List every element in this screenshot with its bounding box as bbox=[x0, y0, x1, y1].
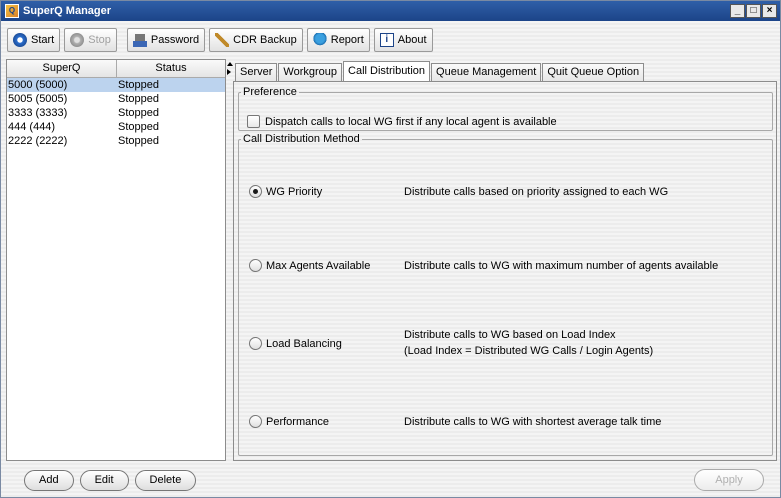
settings-tabs: Server Workgroup Call Distribution Queue… bbox=[235, 61, 645, 81]
distribution-method-legend: Call Distribution Method bbox=[243, 133, 360, 145]
info-icon: i bbox=[379, 33, 394, 47]
performance-description: Distribute calls to WG with shortest ave… bbox=[404, 414, 661, 430]
call-distribution-panel: Preference Dispatch calls to local WG fi… bbox=[233, 81, 777, 461]
panel-splitter[interactable] bbox=[227, 59, 233, 469]
status-cell: Stopped bbox=[118, 93, 159, 105]
edit-button[interactable]: Edit bbox=[79, 470, 129, 491]
window-controls: _ □ × bbox=[730, 4, 777, 18]
load-balancing-description: Distribute calls to WG based on Load Ind… bbox=[404, 327, 653, 359]
stop-button[interactable]: Stop bbox=[64, 28, 117, 52]
superq-cell: 5005 (5005) bbox=[8, 93, 68, 105]
report-icon bbox=[312, 33, 327, 47]
superq-cell: 2222 (2222) bbox=[8, 135, 68, 147]
max-agents-label: Max Agents Available bbox=[266, 259, 371, 272]
status-cell: Stopped bbox=[118, 107, 159, 119]
option-max-agents[interactable]: Max Agents Available bbox=[249, 259, 370, 272]
superq-cell: 444 (444) bbox=[8, 121, 56, 133]
load-balancing-radio[interactable] bbox=[249, 337, 262, 350]
report-label: Report bbox=[330, 34, 364, 46]
distribution-method-group: Call Distribution Method WG Priority Dis… bbox=[238, 133, 773, 456]
close-button[interactable]: × bbox=[762, 4, 777, 18]
wg-priority-desc-line: Distribute calls based on priority assig… bbox=[404, 186, 669, 198]
performance-radio[interactable] bbox=[249, 415, 262, 428]
tab-queue-management[interactable]: Queue Management bbox=[431, 63, 542, 81]
minimize-button[interactable]: _ bbox=[730, 4, 745, 18]
wg-priority-radio[interactable] bbox=[249, 185, 262, 198]
table-actions: Add Edit Delete bbox=[24, 470, 197, 491]
wrench-icon bbox=[215, 33, 230, 47]
cdr-backup-button[interactable]: CDR Backup bbox=[209, 28, 303, 52]
app-window: Q SuperQ Manager _ □ × Start Stop Passwo… bbox=[0, 0, 781, 498]
load-balancing-label: Load Balancing bbox=[266, 337, 342, 350]
add-button[interactable]: Add bbox=[24, 470, 74, 491]
table-header: SuperQ Status bbox=[7, 60, 225, 78]
superq-cell: 5000 (5000) bbox=[8, 79, 68, 91]
table-row[interactable]: 5000 (5000) Stopped bbox=[7, 78, 225, 92]
column-header-superq[interactable]: SuperQ bbox=[7, 60, 117, 77]
table-row[interactable]: 2222 (2222) Stopped bbox=[7, 134, 225, 148]
password-icon bbox=[132, 33, 147, 47]
delete-button[interactable]: Delete bbox=[134, 470, 197, 491]
report-button[interactable]: Report bbox=[306, 28, 370, 52]
title-bar[interactable]: Q SuperQ Manager _ □ × bbox=[1, 1, 780, 21]
performance-label: Performance bbox=[266, 415, 329, 428]
password-label: Password bbox=[150, 34, 200, 46]
dispatch-local-label: Dispatch calls to local WG first if any … bbox=[265, 115, 557, 128]
table-row[interactable]: 5005 (5005) Stopped bbox=[7, 92, 225, 106]
wg-priority-description: Distribute calls based on priority assig… bbox=[404, 184, 668, 200]
status-cell: Stopped bbox=[118, 135, 159, 147]
superq-table: SuperQ Status 5000 (5000) Stopped 5005 (… bbox=[6, 59, 226, 461]
table-row[interactable]: 3333 (3333) Stopped bbox=[7, 106, 225, 120]
start-button[interactable]: Start bbox=[7, 28, 61, 52]
option-load-balancing[interactable]: Load Balancing bbox=[249, 337, 342, 350]
about-label: About bbox=[397, 34, 427, 46]
table-row[interactable]: 444 (444) Stopped bbox=[7, 120, 225, 134]
option-performance[interactable]: Performance bbox=[249, 415, 329, 428]
about-button[interactable]: i About bbox=[373, 28, 433, 52]
wg-priority-label: WG Priority bbox=[266, 185, 323, 198]
dispatch-local-checkbox[interactable] bbox=[247, 115, 260, 128]
option-wg-priority[interactable]: WG Priority bbox=[249, 185, 322, 198]
window-title: SuperQ Manager bbox=[23, 5, 112, 17]
status-cell: Stopped bbox=[118, 121, 159, 133]
max-agents-radio[interactable] bbox=[249, 259, 262, 272]
maximize-button[interactable]: □ bbox=[746, 4, 761, 18]
load-balancing-desc-line: Distribute calls to WG based on Load Ind… bbox=[404, 329, 616, 341]
tab-workgroup[interactable]: Workgroup bbox=[278, 63, 343, 81]
status-cell: Stopped bbox=[118, 79, 159, 91]
tab-server[interactable]: Server bbox=[235, 63, 278, 81]
performance-desc-line: Distribute calls to WG with shortest ave… bbox=[404, 416, 662, 428]
column-header-status[interactable]: Status bbox=[117, 60, 225, 77]
expand-right-icon[interactable] bbox=[227, 69, 231, 75]
load-balancing-desc-line-2: (Load Index = Distributed WG Calls / Log… bbox=[404, 345, 654, 357]
max-agents-desc-line: Distribute calls to WG with maximum numb… bbox=[404, 260, 719, 272]
superq-cell: 3333 (3333) bbox=[8, 107, 68, 119]
dispatch-local-option[interactable]: Dispatch calls to local WG first if any … bbox=[247, 115, 557, 128]
tab-quit-queue-option[interactable]: Quit Queue Option bbox=[542, 63, 645, 81]
max-agents-description: Distribute calls to WG with maximum numb… bbox=[404, 258, 718, 274]
collapse-up-icon[interactable] bbox=[227, 62, 233, 66]
start-icon bbox=[13, 33, 27, 47]
preference-legend: Preference bbox=[243, 86, 297, 98]
password-button[interactable]: Password bbox=[126, 28, 206, 52]
apply-button[interactable]: Apply bbox=[694, 469, 764, 491]
start-label: Start bbox=[31, 34, 55, 46]
cdr-backup-label: CDR Backup bbox=[233, 34, 297, 46]
tab-call-distribution[interactable]: Call Distribution bbox=[343, 61, 431, 81]
toolbar: Start Stop Password CDR Backup Report i … bbox=[7, 28, 433, 54]
stop-icon bbox=[70, 33, 85, 47]
app-icon: Q bbox=[5, 4, 19, 18]
stop-label: Stop bbox=[88, 34, 111, 46]
preference-group: Preference Dispatch calls to local WG fi… bbox=[238, 86, 773, 131]
